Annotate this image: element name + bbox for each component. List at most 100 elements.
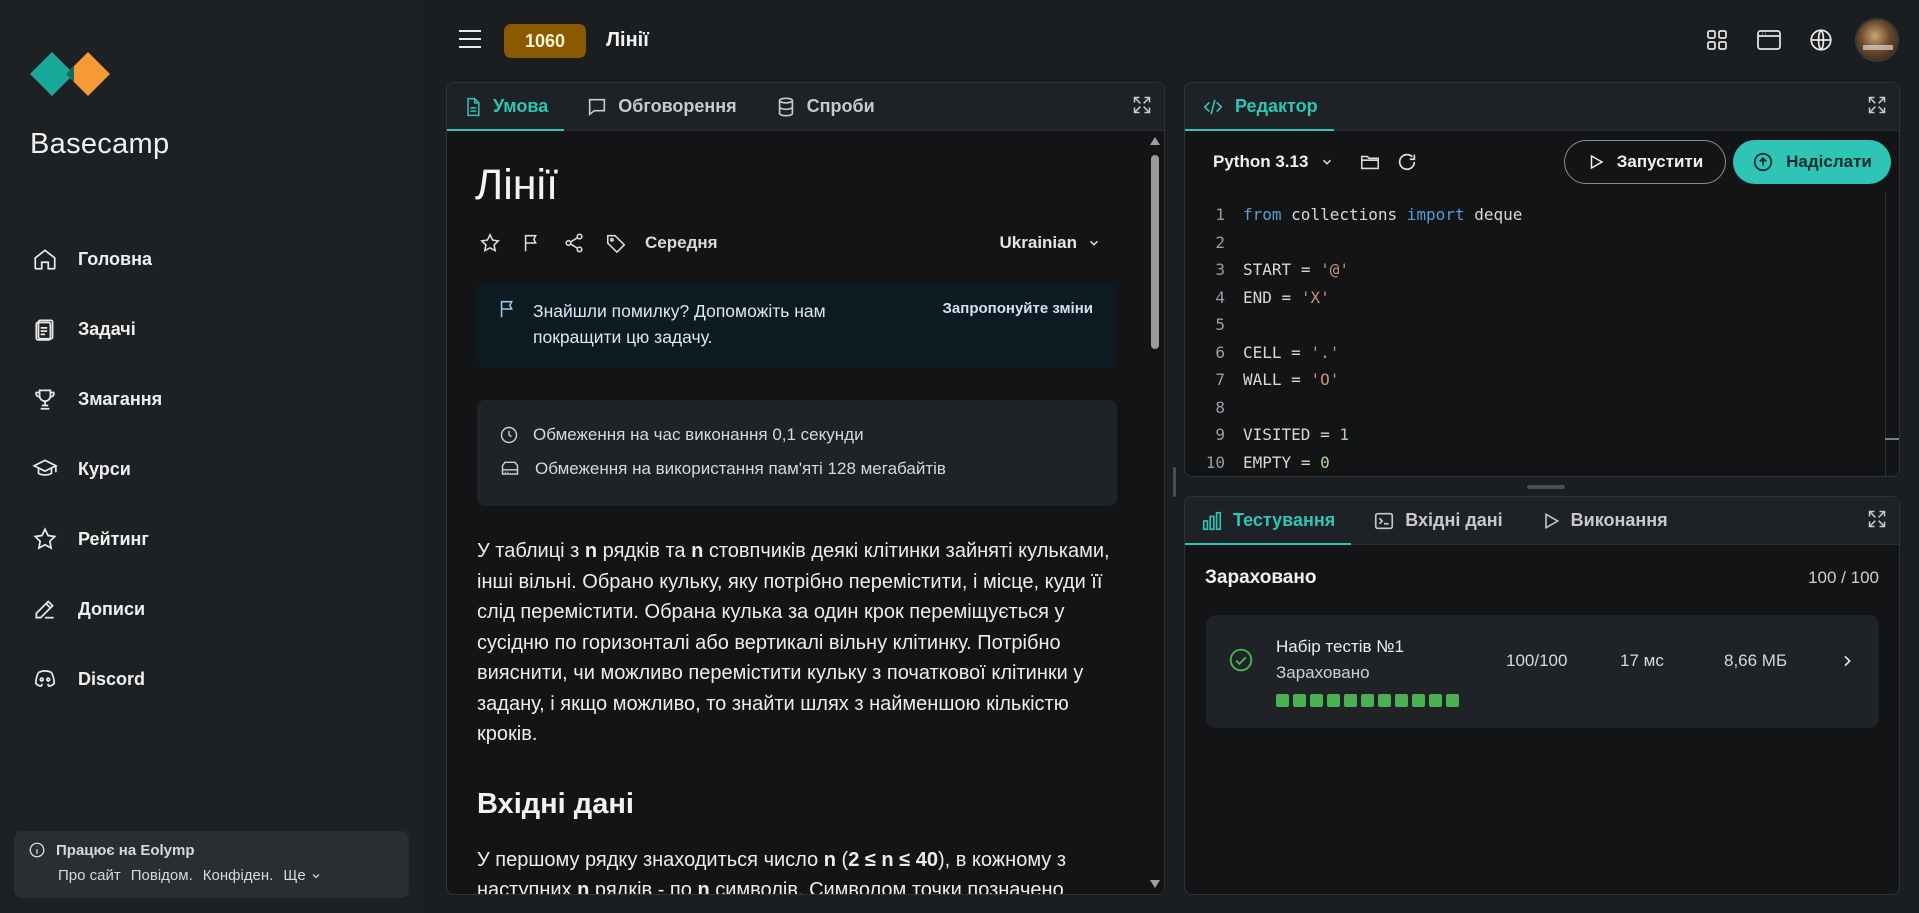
share-icon[interactable] (561, 230, 587, 256)
sidebar-item-courses[interactable]: Курси (30, 434, 390, 504)
scroll-thumb[interactable] (1151, 155, 1159, 349)
clock-icon (499, 425, 519, 445)
sidebar-item-problems[interactable]: Задачі (30, 294, 390, 364)
line-number: 2 (1215, 232, 1225, 252)
code-line[interactable]: 6 CELL = '.' (1185, 339, 1885, 367)
run-button[interactable]: Запустити (1564, 140, 1726, 184)
refresh-icon[interactable] (1396, 151, 1418, 173)
input-text: символів. Символом точки позначено (709, 879, 1064, 894)
test-passed-dot (1395, 694, 1408, 707)
statement-var: n (584, 540, 598, 562)
code-text: WALL = 'O' (1243, 370, 1340, 390)
input-var: n (577, 879, 590, 894)
python-version: Python 3.13 (1213, 152, 1309, 171)
upload-icon (1752, 151, 1774, 173)
sidebar-item-discord[interactable]: Discord (30, 644, 390, 714)
test-results-dots (1276, 694, 1459, 707)
footer-link-report[interactable]: Повідом. (131, 867, 193, 884)
tab-statement[interactable]: Умова (447, 83, 565, 131)
play-icon (1541, 511, 1561, 531)
tab-editor[interactable]: Редактор (1185, 83, 1334, 131)
globe-icon[interactable] (1803, 22, 1839, 58)
testing-tabs: Тестування Вхідні дані Виконання (1185, 497, 1899, 545)
sidebar-item-posts[interactable]: Дописи (30, 574, 390, 644)
code-line[interactable]: 10 EMPTY = 0 (1185, 449, 1885, 477)
basecamp-logo[interactable] (30, 44, 110, 104)
code-editor[interactable]: 1 from collections import deque 2 3 START = … (1185, 201, 1885, 476)
footer-link-about[interactable]: Про сайт (58, 867, 121, 884)
chevron-down-icon (310, 870, 322, 882)
suggest-changes-link[interactable]: Запропонуйте зміни (943, 300, 1093, 317)
check-circle-icon (1228, 647, 1254, 673)
tab-execution[interactable]: Виконання (1541, 497, 1684, 544)
language-select[interactable]: Ukrainian (1000, 233, 1101, 253)
memory-icon (499, 459, 521, 479)
flag-icon[interactable] (519, 230, 545, 256)
code-line[interactable]: 5 (1185, 311, 1885, 339)
tab-input-data[interactable]: Вхідні дані (1373, 497, 1518, 544)
result-title: Зараховано (1205, 567, 1317, 588)
input-text: рядків - по (589, 879, 698, 894)
tag-icon (603, 230, 629, 256)
folder-icon[interactable] (1358, 151, 1382, 173)
code-text: VISITED = 1 (1243, 425, 1349, 445)
edit-icon (30, 594, 60, 624)
expand-icon[interactable] (1867, 95, 1887, 115)
tab-label: Спроби (806, 96, 875, 116)
grid-icon[interactable] (1699, 22, 1735, 58)
sidebar-item-label: Головна (78, 248, 152, 269)
document-icon (463, 96, 483, 118)
code-text: START = '@' (1243, 260, 1349, 280)
sidebar-item-label: Змагання (78, 388, 163, 409)
code-line[interactable]: 8 (1185, 394, 1885, 422)
test-set-card[interactable]: Набір тестів №1 Зараховано 100/100 17 мс… (1206, 615, 1879, 728)
tab-attempts[interactable]: Спроби (775, 83, 891, 130)
feedback-notice: Знайшли помилку? Допоможіть нам покращит… (477, 282, 1117, 368)
trophy-icon (30, 384, 60, 414)
sidebar-item-label: Discord (78, 668, 146, 689)
scroll-up-icon[interactable] (1150, 137, 1160, 145)
problem-statement: У таблиці з n рядків та n стовпчиків дея… (477, 536, 1117, 750)
test-passed-dot (1361, 694, 1374, 707)
scroll-down-icon[interactable] (1150, 880, 1160, 888)
editor-panel: Редактор Python 3.13 Запустити Надіслати… (1184, 82, 1900, 477)
code-line[interactable]: 7 WALL = 'O' (1185, 366, 1885, 394)
code-line[interactable]: 9 VISITED = 1 (1185, 421, 1885, 449)
sidebar-item-contests[interactable]: Змагання (30, 364, 390, 434)
browser-window-icon[interactable] (1751, 22, 1787, 58)
sidebar-item-label: Задачі (78, 318, 136, 339)
star-icon[interactable] (477, 230, 503, 256)
code-line[interactable]: 2 (1185, 229, 1885, 257)
bar-chart-icon (1201, 510, 1223, 532)
flag-icon (497, 298, 519, 352)
horizontal-resize-handle[interactable] (1527, 485, 1565, 489)
language-version-select[interactable]: Python 3.13 (1213, 152, 1334, 172)
submit-button[interactable]: Надіслати (1733, 140, 1891, 184)
code-line[interactable]: 4 END = 'X' (1185, 284, 1885, 312)
code-line[interactable]: 3 START = '@' (1185, 256, 1885, 284)
vertical-resize-handle[interactable] (1173, 467, 1176, 497)
code-line[interactable]: 1 from collections import deque (1185, 201, 1885, 229)
time-limit: Обмеження на час виконання 0,1 секунди (533, 425, 864, 444)
run-label: Запустити (1616, 152, 1704, 171)
expand-icon[interactable] (1132, 95, 1152, 115)
statement-text: рядків та (597, 540, 692, 562)
sidebar-nav: Головна Задачі Змагання Курси Рейтинг До… (30, 224, 390, 714)
footer-link-privacy[interactable]: Конфіден. (203, 867, 274, 884)
test-passed-dot (1446, 694, 1459, 707)
sidebar-item-label: Курси (78, 458, 131, 479)
menu-icon[interactable] (458, 28, 482, 50)
tab-testing[interactable]: Тестування (1185, 497, 1352, 545)
editor-scrollbar[interactable] (1885, 193, 1899, 476)
code-text: EMPTY = 0 (1243, 452, 1330, 472)
footer-title: Працює на Eolymp (56, 841, 195, 859)
input-description: У першому рядку знаходиться число n (2 ≤… (477, 845, 1117, 895)
avatar[interactable] (1855, 18, 1899, 62)
sidebar-item-rating[interactable]: Рейтинг (30, 504, 390, 574)
sidebar-item-home[interactable]: Головна (30, 224, 390, 294)
expand-icon[interactable] (1867, 509, 1887, 529)
footer-link-more[interactable]: Ще (283, 867, 321, 884)
line-number: 7 (1215, 370, 1225, 390)
tab-discussion[interactable]: Обговорення (586, 83, 752, 130)
problem-scrollbar[interactable] (1146, 131, 1164, 894)
